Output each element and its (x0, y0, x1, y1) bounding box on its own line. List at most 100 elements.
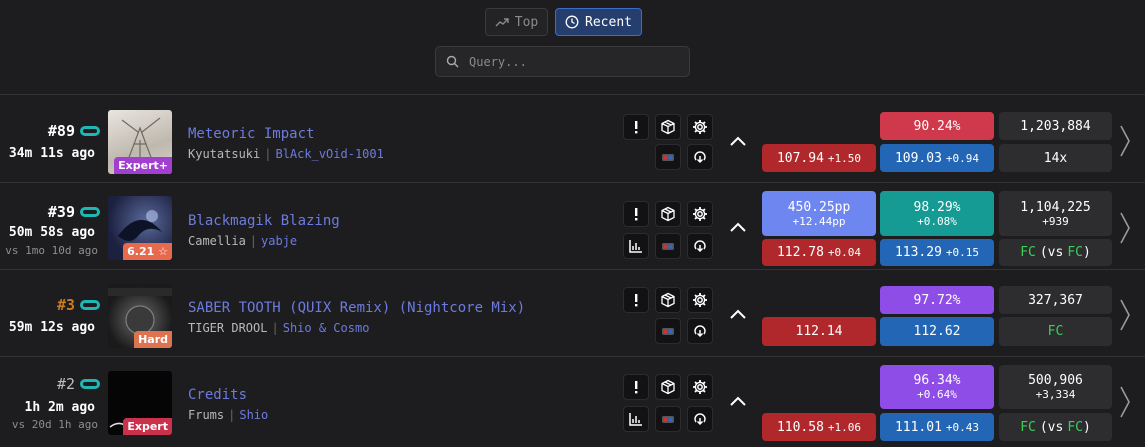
song-cover[interactable]: Expert (108, 371, 172, 435)
song-cover[interactable]: Hard (108, 284, 172, 348)
replay-button[interactable] (687, 318, 713, 344)
mapper-link[interactable]: BlAck_vOid-1001 (275, 147, 383, 161)
accuracy-cell: 98.29% +0.08% (880, 191, 994, 236)
fc-label: FC (1020, 245, 1036, 260)
settings-button[interactable] (687, 201, 713, 227)
graph-button[interactable] (623, 406, 649, 432)
exclamation-icon (628, 379, 644, 395)
accuracy-delta: +0.08% (917, 214, 957, 228)
song-cover[interactable]: 6.21 ☆ (108, 196, 172, 260)
cube-icon (660, 119, 676, 135)
song-title[interactable]: SABER TOOTH (QUIX Remix) (Nightcore Mix) (188, 300, 525, 316)
rank-value: #89 (47, 122, 75, 140)
map-button[interactable] (655, 374, 681, 400)
song-title[interactable]: Blackmagik Blazing (188, 213, 340, 229)
song-artist: TIGER DROOL (188, 321, 268, 335)
tab-recent[interactable]: Recent (555, 8, 642, 36)
score-cell: 500,906 +3,334 (999, 365, 1112, 409)
info-button[interactable] (623, 114, 649, 140)
replay-icon (692, 323, 708, 339)
settings-button[interactable] (687, 287, 713, 313)
right-acc-delta: +0.94 (945, 151, 980, 165)
headset-button[interactable] (655, 318, 681, 344)
song-subtitle: TIGER DROOL | Shio & Cosmo (188, 321, 370, 335)
time-ago: 1h 2m ago (24, 400, 95, 415)
rank-value: #3 (56, 296, 75, 314)
settings-button[interactable] (687, 114, 713, 140)
right-acc-value: 111.01 (894, 419, 942, 435)
fc-cell: FC (vs FC) (999, 239, 1112, 266)
tab-top[interactable]: Top (485, 8, 548, 36)
bar-chart-icon (628, 411, 644, 427)
time-ago: 50m 58s ago (8, 225, 95, 240)
replay-button[interactable] (687, 233, 713, 259)
settings-button[interactable] (687, 374, 713, 400)
headset-button[interactable] (655, 406, 681, 432)
score-row[interactable]: #89 34m 11s ago Expert+ Meteoric Impact … (0, 96, 1145, 183)
pp-delta: +12.44pp (792, 214, 846, 228)
fc-label: FC (1020, 419, 1036, 435)
song-title[interactable]: Meteoric Impact (188, 126, 314, 142)
tab-recent-label: Recent (585, 14, 632, 30)
mapper-link[interactable]: yabje (261, 234, 297, 248)
time-ago: 59m 12s ago (8, 320, 95, 335)
chevron-right-icon[interactable] (1118, 298, 1132, 332)
accuracy-cell: 96.34% +0.64% (880, 365, 994, 409)
chevron-up-icon[interactable] (728, 134, 748, 148)
headset-icon (80, 207, 100, 217)
score-row[interactable]: #3 59m 12s ago Hard SABER TOOTH (QUIX Re… (0, 270, 1145, 357)
chevron-up-icon[interactable] (728, 307, 748, 321)
song-artist: Camellia (188, 234, 246, 248)
map-button[interactable] (655, 287, 681, 313)
left-acc-value: 107.94 (776, 150, 824, 166)
score-value: 500,906 (1028, 373, 1083, 388)
search-box (435, 46, 690, 77)
map-button[interactable] (655, 114, 681, 140)
score-row[interactable]: #39 50m 58s ago vs 1mo 10d ago 6.21 ☆ Bl… (0, 183, 1145, 270)
left-acc-value: 112.14 (795, 324, 843, 339)
song-artist: Frums (188, 408, 225, 422)
fc-close: ) (1082, 419, 1091, 435)
info-button[interactable] (623, 201, 649, 227)
headset-button[interactable] (655, 144, 681, 170)
song-title[interactable]: Credits (188, 387, 247, 403)
headset-icon (80, 126, 100, 136)
vr-headset-icon (660, 323, 676, 339)
info-button[interactable] (623, 287, 649, 313)
song-cover[interactable]: Expert+ (108, 110, 172, 174)
graph-button[interactable] (623, 233, 649, 259)
exclamation-icon (628, 292, 644, 308)
gear-icon (692, 119, 708, 135)
info-button[interactable] (623, 374, 649, 400)
rank: #3 (57, 296, 100, 314)
difficulty-badge: Expert+ (114, 157, 172, 174)
replay-button[interactable] (687, 406, 713, 432)
search-input[interactable] (467, 53, 671, 70)
accuracy-value: 97.72% (913, 292, 961, 308)
chevron-right-icon[interactable] (1118, 124, 1132, 158)
song-subtitle: Frums | Shio (188, 408, 269, 422)
cube-icon (660, 292, 676, 308)
chevron-right-icon[interactable] (1118, 385, 1132, 419)
misses-value: 14x (1043, 150, 1068, 166)
fc-vs: (vs (1039, 245, 1064, 260)
score-row[interactable]: #2 1h 2m ago vs 20d 1h ago Expert Credit… (0, 357, 1145, 447)
headset-button[interactable] (655, 233, 681, 259)
left-acc-delta: +1.06 (827, 420, 862, 434)
left-acc-cell: 110.58 +1.06 (762, 413, 876, 441)
chevron-right-icon[interactable] (1118, 211, 1132, 245)
mapper-link[interactable]: Shio (239, 408, 268, 422)
chevron-up-icon[interactable] (728, 220, 748, 234)
vr-headset-icon (660, 238, 676, 254)
left-acc-cell: 107.94 +1.50 (762, 144, 876, 172)
difficulty-badge: Hard (134, 331, 172, 348)
map-button[interactable] (655, 201, 681, 227)
score-value: 1,203,884 (1020, 118, 1091, 134)
rank: #39 (48, 203, 100, 221)
headset-icon (80, 379, 100, 389)
replay-button[interactable] (687, 144, 713, 170)
score-cell: 1,203,884 (999, 112, 1112, 140)
fc-compare: FC (1067, 419, 1083, 435)
mapper-link[interactable]: Shio & Cosmo (283, 321, 370, 335)
chevron-up-icon[interactable] (728, 394, 748, 408)
